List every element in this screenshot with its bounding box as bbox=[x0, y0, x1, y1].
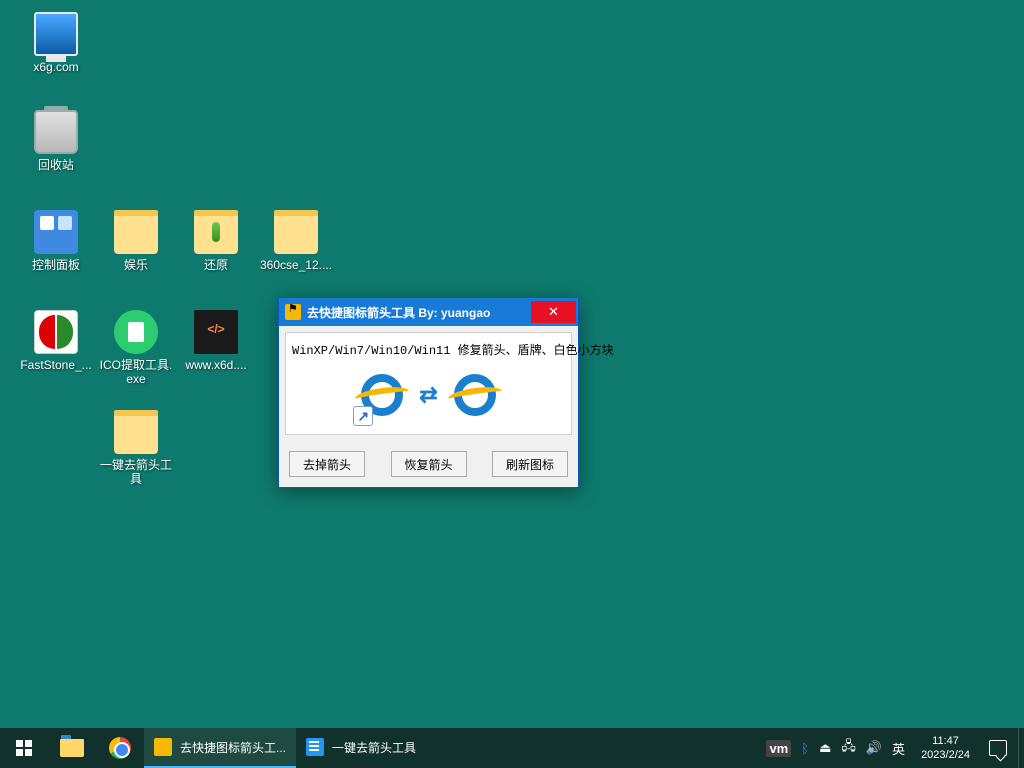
folder-green-icon bbox=[194, 210, 238, 254]
taskbar-item-label: 去快捷图标箭头工... bbox=[180, 739, 286, 756]
description-text: WinXP/Win7/Win10/Win11 修复箭头、盾牌、白色小方块 bbox=[292, 341, 565, 358]
ie-icon-clean bbox=[448, 368, 502, 422]
system-tray: vm ᛒ ⏏ 🖧 🔊 英 bbox=[758, 737, 913, 759]
restore-arrow-button[interactable]: 恢复箭头 bbox=[391, 451, 467, 477]
taskbar-item-label: 一键去箭头工具 bbox=[332, 739, 416, 756]
icon-label: 娱乐 bbox=[98, 258, 174, 272]
network-tray-icon[interactable]: 🖧 bbox=[841, 737, 856, 759]
taskbar-item-icon bbox=[306, 738, 324, 756]
trash-icon bbox=[34, 110, 78, 154]
desktop-icon-ent[interactable]: 娱乐 bbox=[98, 210, 174, 272]
desktop-icon-x6d[interactable]: www.x6d.... bbox=[178, 310, 254, 372]
vm-tray-icon[interactable]: vm bbox=[766, 740, 791, 757]
icon-swap-graphic: ↗ ⇄ bbox=[292, 368, 565, 422]
titlebar[interactable]: 去快捷图标箭头工具 By: yuangao ✕ bbox=[279, 298, 578, 326]
refresh-icons-button[interactable]: 刷新图标 bbox=[492, 451, 568, 477]
desktop-icon-icoext[interactable]: ICO提取工具.exe bbox=[98, 310, 174, 386]
taskbar-item-1[interactable]: 一键去箭头工具 bbox=[296, 728, 426, 768]
icon-label: x6g.com bbox=[18, 60, 94, 74]
bluetooth-tray-icon[interactable]: ᛒ bbox=[801, 741, 809, 756]
html-icon bbox=[194, 310, 238, 354]
desktop-icon-recycle[interactable]: 回收站 bbox=[18, 110, 94, 172]
start-button[interactable] bbox=[0, 728, 48, 768]
desktop-icon-fast[interactable]: FastStone_... bbox=[18, 310, 94, 372]
show-desktop-button[interactable] bbox=[1018, 728, 1024, 768]
icon-label: 回收站 bbox=[18, 158, 94, 172]
taskbar-clock[interactable]: 11:47 2023/2/24 bbox=[913, 734, 978, 762]
monitor-icon bbox=[34, 12, 78, 56]
button-row: 去掉箭头 恢复箭头 刷新图标 bbox=[285, 441, 572, 481]
fast-icon bbox=[34, 310, 78, 354]
taskbar-browser[interactable] bbox=[96, 728, 144, 768]
file-explorer-icon bbox=[60, 739, 84, 757]
desktop-icon-cp[interactable]: 控制面板 bbox=[18, 210, 94, 272]
desktop[interactable]: x6g.com 回收站控制面板娱乐还原 360cse_12.... FastStone… bbox=[0, 0, 1024, 768]
volume-tray-icon[interactable]: 🔊 bbox=[866, 740, 882, 756]
desktop-icon-x6g[interactable]: x6g.com bbox=[18, 12, 94, 74]
remove-arrow-button[interactable]: 去掉箭头 bbox=[289, 451, 365, 477]
desktop-icon-360[interactable]: 360cse_12.... bbox=[258, 210, 334, 272]
action-center-button[interactable] bbox=[978, 728, 1018, 768]
taskbar-file-explorer[interactable] bbox=[48, 728, 96, 768]
taskbar-item-icon bbox=[154, 738, 172, 756]
app-window: 去快捷图标箭头工具 By: yuangao ✕ WinXP/Win7/Win10… bbox=[278, 297, 579, 488]
ie-icon-with-shortcut: ↗ bbox=[355, 368, 409, 422]
clock-time: 11:47 bbox=[921, 734, 970, 748]
icon-label: FastStone_... bbox=[18, 358, 94, 372]
desktop-icon-restore[interactable]: 还原 bbox=[178, 210, 254, 272]
windows-logo-icon bbox=[16, 740, 32, 756]
close-button[interactable]: ✕ bbox=[531, 301, 576, 323]
folder-icon bbox=[274, 210, 318, 254]
swap-arrows-icon: ⇄ bbox=[419, 382, 437, 408]
usb-tray-icon[interactable]: ⏏ bbox=[819, 740, 831, 756]
icon-label: 360cse_12.... bbox=[258, 258, 334, 272]
notification-icon bbox=[989, 740, 1007, 756]
taskbar-item-0[interactable]: 去快捷图标箭头工... bbox=[144, 728, 296, 768]
ime-indicator[interactable]: 英 bbox=[892, 739, 905, 758]
desktop-icon-arrowtool[interactable]: 一键去箭头工具 bbox=[98, 410, 174, 486]
folder-icon bbox=[114, 410, 158, 454]
icon-label: 还原 bbox=[178, 258, 254, 272]
browser-icon bbox=[109, 737, 131, 759]
icon-label: 控制面板 bbox=[18, 258, 94, 272]
clock-date: 2023/2/24 bbox=[921, 748, 970, 762]
shortcut-arrow-overlay: ↗ bbox=[353, 406, 373, 426]
taskbar: 去快捷图标箭头工... 一键去箭头工具 vm ᛒ ⏏ 🖧 🔊 英 11:47 20… bbox=[0, 728, 1024, 768]
app-icon bbox=[285, 304, 301, 320]
icon-label: ICO提取工具.exe bbox=[98, 358, 174, 386]
folder-icon bbox=[114, 210, 158, 254]
cp-icon bbox=[34, 210, 78, 254]
app-body: WinXP/Win7/Win10/Win11 修复箭头、盾牌、白色小方块 ↗ ⇄ bbox=[285, 332, 572, 435]
icon-label: www.x6d.... bbox=[178, 358, 254, 372]
ico-icon bbox=[114, 310, 158, 354]
window-title: 去快捷图标箭头工具 By: yuangao bbox=[307, 304, 531, 321]
icon-label: 一键去箭头工具 bbox=[98, 458, 174, 486]
